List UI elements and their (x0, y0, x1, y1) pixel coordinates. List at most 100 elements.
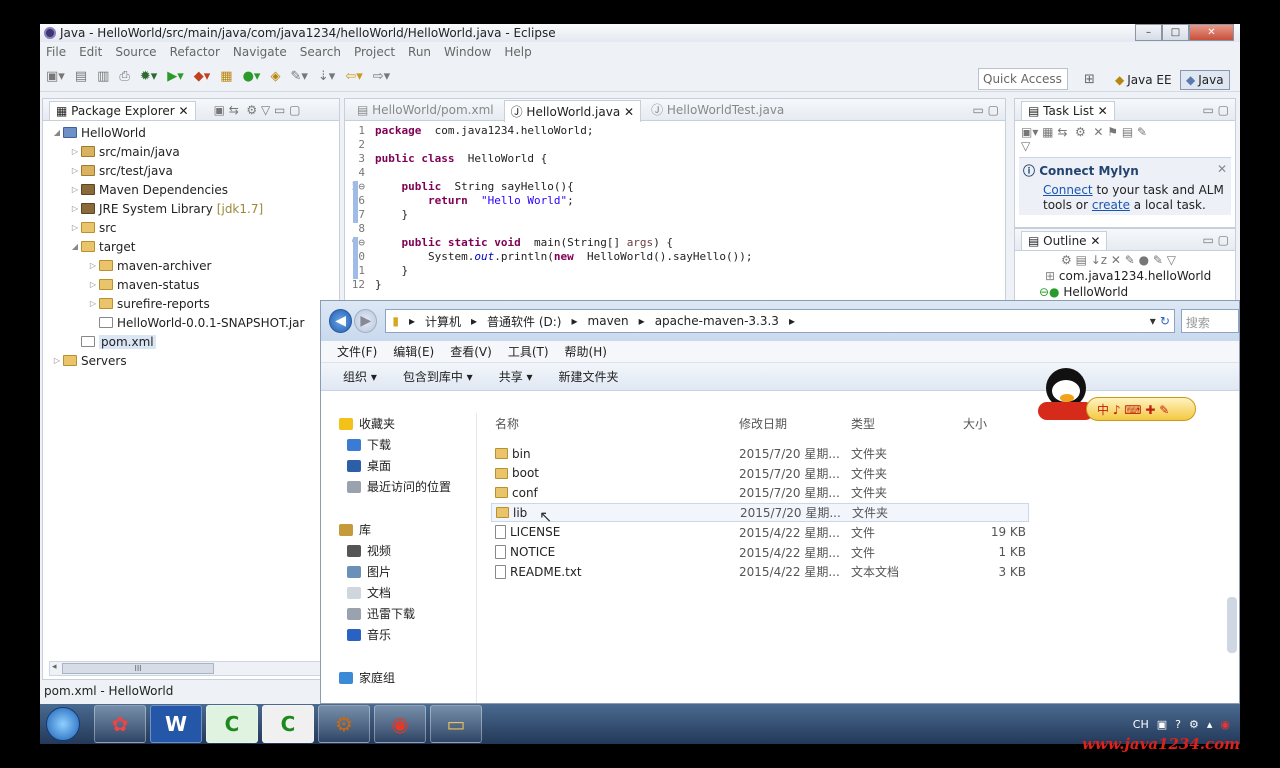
nav-item[interactable]: 最近访问的位置 (321, 476, 476, 497)
save-icon[interactable]: ▤ (75, 69, 87, 84)
external-tools-icon[interactable]: ◆▾ (194, 69, 211, 84)
file-row[interactable]: README.txt 2015/4/22 星期... 文本文档 3 KB (491, 562, 1029, 581)
taskbar-app-explorer[interactable]: ▭ (430, 705, 482, 743)
outline-min-max-icons[interactable]: ▭ ▢ (1203, 233, 1230, 247)
share-button[interactable]: 共享 ▾ (499, 368, 533, 385)
tree-item[interactable]: HelloWorld-0.0.1-SNAPSHOT.jar (43, 313, 339, 332)
vertical-scrollbar-thumb[interactable] (1227, 597, 1237, 653)
address-bar[interactable]: ▮ ▸ 计算机 ▸ 普通软件 (D:) ▸ maven ▸ apache-mav… (385, 309, 1175, 333)
task-list-toolbar[interactable]: ▣▾ ▦ ⇆ ⚙ ✕ ⚑ ▤ ✎ ▽ (1015, 121, 1235, 157)
mylyn-connect-link[interactable]: Connect (1043, 183, 1093, 197)
tree-item[interactable]: ▷ maven-status (43, 275, 339, 294)
tree-item[interactable]: ▷ maven-archiver (43, 256, 339, 275)
menu-view[interactable]: 查看(V) (450, 343, 492, 360)
editor-tab-pom[interactable]: ▤ HelloWorld/pom.xml (347, 101, 504, 119)
perspective-java[interactable]: ◆ Java (1180, 70, 1230, 90)
file-row[interactable]: lib 2015/7/20 星期... 文件夹 (491, 503, 1029, 523)
tree-item[interactable]: ▷ src (43, 218, 339, 237)
horizontal-scrollbar[interactable]: ◂ III (49, 661, 335, 676)
column-header-type[interactable]: 类型 (851, 415, 875, 432)
scrollbar-thumb[interactable]: III (62, 663, 214, 674)
expand-toggle-icon[interactable]: ▷ (87, 299, 99, 308)
new-icon[interactable]: ▣▾ (46, 69, 65, 84)
tree-item[interactable]: ▷ src/test/java (43, 161, 339, 180)
expand-toggle-icon[interactable]: ▷ (69, 185, 81, 194)
nav-item[interactable]: 迅雷下载 (321, 603, 476, 624)
package-explorer-tab[interactable]: ▦ Package Explorer ✕ (49, 101, 196, 120)
mylyn-create-link[interactable]: create (1092, 198, 1130, 212)
organize-button[interactable]: 组织 ▾ (343, 368, 377, 385)
menu-search[interactable]: Search (300, 45, 341, 59)
settings-icon[interactable]: ⚙ (1189, 718, 1199, 731)
new-java-project-icon[interactable]: ▦ (220, 69, 232, 84)
taskbar-app-eclipse[interactable]: ⚙ (318, 705, 370, 743)
save-all-icon[interactable]: ▥ (97, 69, 109, 84)
expand-toggle-icon[interactable]: ▷ (51, 356, 63, 365)
tree-item[interactable]: ▷ JRE System Library [jdk1.7] (43, 199, 339, 218)
tree-item[interactable]: ▷ Servers (43, 351, 339, 370)
file-row[interactable]: bin 2015/7/20 星期... 文件夹 (491, 444, 1029, 463)
maximize-button[interactable]: □ (1162, 24, 1189, 41)
nav-item[interactable]: 图片 (321, 561, 476, 582)
expand-toggle-icon[interactable]: ◢ (51, 128, 63, 137)
next-annotation-icon[interactable]: ⇣▾ (318, 69, 335, 84)
back-icon[interactable]: ⇦▾ (345, 69, 362, 84)
expand-toggle-icon[interactable]: ◢ (69, 242, 81, 251)
editor-tab-helloworld[interactable]: Ⓙ HelloWorld.java ✕ (503, 99, 642, 122)
taskbar-app-camtasia[interactable]: C (206, 705, 258, 743)
nav-item[interactable]: 库 (321, 519, 476, 540)
breadcrumb-maven[interactable]: maven (588, 314, 629, 328)
menu-source[interactable]: Source (115, 45, 156, 59)
task-list-min-max-icons[interactable]: ▭ ▢ (1203, 103, 1230, 117)
ime-toolbar[interactable]: 中 ♪ ⌨ ✚ ✎ (1086, 397, 1196, 421)
search-input[interactable]: 搜索 (1180, 309, 1239, 333)
expand-toggle-icon[interactable]: ▷ (69, 147, 81, 156)
breadcrumb-computer[interactable]: 计算机 (425, 313, 461, 330)
nav-item[interactable]: 桌面 (321, 455, 476, 476)
close-button[interactable]: ✕ (1189, 24, 1234, 41)
menu-edit[interactable]: Edit (79, 45, 102, 59)
expand-toggle-icon[interactable]: ▷ (87, 280, 99, 289)
menu-run[interactable]: Run (408, 45, 431, 59)
expand-toggle-icon[interactable]: ▷ (87, 261, 99, 270)
run-icon[interactable]: ▶▾ (167, 69, 184, 84)
help-icon[interactable]: ? (1175, 718, 1181, 731)
open-perspective-icon[interactable]: ⊞ (1084, 72, 1095, 87)
scroll-left-icon[interactable]: ◂ (52, 662, 57, 672)
file-row[interactable]: NOTICE 2015/4/22 星期... 文件 1 KB (491, 543, 1029, 562)
tree-item[interactable]: ◢ target (43, 237, 339, 256)
menu-file[interactable]: File (46, 45, 66, 59)
nav-item[interactable]: 收藏夹 (321, 413, 476, 434)
tree-item[interactable]: ▷ surefire-reports (43, 294, 339, 313)
tree-item[interactable]: ◢ HelloWorld (43, 123, 339, 142)
new-folder-button[interactable]: 新建文件夹 (559, 368, 619, 385)
outline-tab[interactable]: ▤ Outline ✕ (1021, 231, 1108, 250)
menu-project[interactable]: Project (354, 45, 395, 59)
minimize-button[interactable]: – (1135, 24, 1162, 41)
outline-package[interactable]: ⊞ com.java1234.helloWorld (1015, 269, 1235, 283)
menu-navigate[interactable]: Navigate (233, 45, 287, 59)
start-button[interactable] (46, 707, 80, 741)
nav-item[interactable]: 下载 (321, 434, 476, 455)
nav-item[interactable]: 文档 (321, 582, 476, 603)
editor-min-max-icons[interactable]: ▭ ▢ (973, 103, 1000, 117)
expand-toggle-icon[interactable]: ▷ (69, 223, 81, 232)
tree-item[interactable]: ▷ Maven Dependencies (43, 180, 339, 199)
taskbar-app-word[interactable]: W (150, 705, 202, 743)
include-in-library-button[interactable]: 包含到库中 ▾ (403, 368, 473, 385)
search-icon[interactable]: ✎▾ (290, 69, 307, 84)
menu-help[interactable]: Help (504, 45, 531, 59)
taskbar-app-camtasia-recorder[interactable]: C (262, 705, 314, 743)
nav-item[interactable]: 家庭组 (321, 667, 476, 688)
print-icon[interactable]: ⎙ (119, 69, 129, 84)
menu-window[interactable]: Window (444, 45, 491, 59)
forward-button[interactable]: ▶ (354, 309, 378, 333)
code-editor[interactable]: 1 package com.java1234.helloWorld; 2 3 publi… (345, 121, 1005, 291)
breadcrumb-apache-maven[interactable]: apache-maven-3.3.3 (655, 314, 779, 328)
expand-toggle-icon[interactable]: ▷ (69, 204, 81, 213)
menu-file[interactable]: 文件(F) (337, 343, 377, 360)
nav-item[interactable]: 音乐 (321, 624, 476, 645)
debug-icon[interactable]: ✹▾ (140, 69, 157, 84)
antivirus-icon[interactable]: ◉ (1220, 718, 1230, 731)
expand-toggle-icon[interactable]: ▷ (69, 166, 81, 175)
